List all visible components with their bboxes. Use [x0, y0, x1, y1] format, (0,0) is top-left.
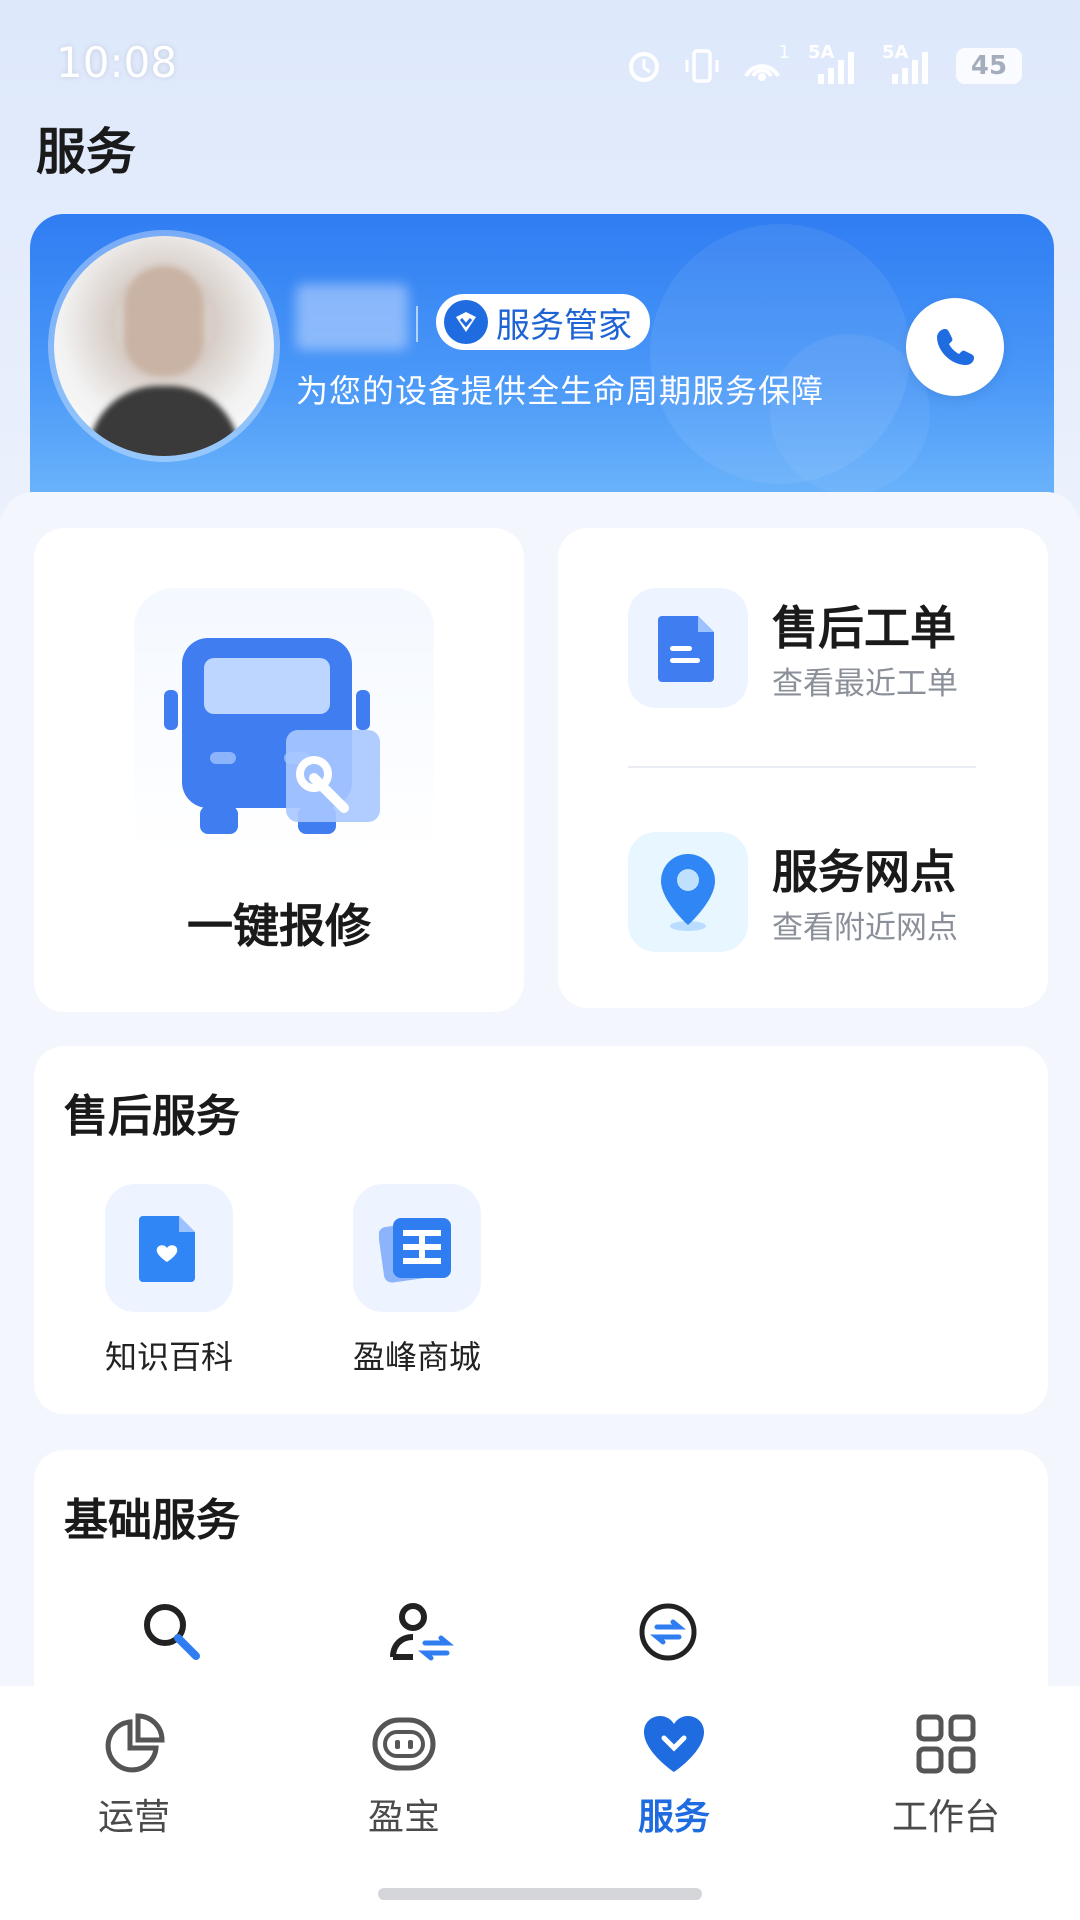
repair-label: 一键报修 — [187, 899, 371, 953]
search-key-icon[interactable] — [132, 1592, 212, 1672]
location-pin-icon — [628, 832, 748, 952]
grid-icon — [910, 1708, 982, 1780]
hotspot-icon — [744, 64, 780, 81]
divider — [628, 766, 976, 768]
section-title: 基础服务 — [64, 1495, 240, 1546]
network-type-2: 5A — [882, 42, 909, 63]
pie-chart-icon — [98, 1708, 170, 1780]
tab-label: 运营 — [97, 1797, 170, 1838]
shield-heart-icon — [444, 300, 488, 344]
service-manager-badge: 服务管家 — [436, 294, 650, 350]
service-manager-banner: 服务管家 为您的设备提供全生命周期服务保障 — [30, 214, 1054, 514]
tab-label: 工作台 — [891, 1797, 1000, 1838]
service-outlets-entry[interactable]: 服务网点 查看附近网点 — [628, 832, 1028, 952]
orders-subtitle: 查看最近工单 — [772, 666, 958, 702]
battery-level: 45 — [970, 51, 1008, 81]
section-title: 售后服务 — [64, 1091, 240, 1142]
home-indicator[interactable] — [378, 1888, 702, 1900]
alarm-icon — [629, 52, 659, 82]
knowledge-icon — [105, 1184, 233, 1312]
tab-yingbao[interactable]: 盈宝 — [304, 1708, 504, 1840]
robot-icon — [368, 1708, 440, 1780]
orders-outlets-card: 售后工单 查看最近工单 服务网点 查看附近网点 — [558, 528, 1048, 1008]
page-title: 服务 — [36, 123, 136, 181]
badge-label: 服务管家 — [496, 305, 632, 346]
tab-operations[interactable]: 运营 — [34, 1708, 234, 1840]
status-icons: 1 5A 5A 45 — [624, 42, 1022, 88]
status-bar: 10:08 1 5A 5A 45 — [0, 0, 1080, 110]
document-icon — [628, 588, 748, 708]
grid-label: 盈峰商城 — [352, 1338, 481, 1376]
avatar[interactable] — [54, 236, 274, 456]
tab-label: 盈宝 — [367, 1797, 440, 1838]
banner-subtitle: 为您的设备提供全生命周期服务保障 — [296, 372, 825, 410]
hotspot-badge: 1 — [778, 42, 790, 63]
after-sales-orders-entry[interactable]: 售后工单 查看最近工单 — [628, 588, 1028, 708]
vibrate-icon — [685, 49, 719, 83]
phone-icon — [937, 329, 974, 365]
one-click-repair-card[interactable]: 一键报修 — [34, 528, 524, 1012]
grid-label: 知识百科 — [104, 1338, 233, 1376]
after-sales-section: 售后服务 知识百科 盈峰商城 — [34, 1046, 1048, 1414]
banner-decoration — [770, 334, 930, 494]
outlets-subtitle: 查看附近网点 — [772, 910, 958, 946]
user-switch-icon[interactable] — [380, 1592, 460, 1672]
tab-service[interactable]: 服务 — [574, 1708, 774, 1840]
status-time: 10:08 — [56, 38, 178, 87]
mall-item[interactable]: 盈峰商城 — [332, 1184, 502, 1378]
exchange-icon[interactable] — [628, 1592, 708, 1672]
knowledge-base-item[interactable]: 知识百科 — [84, 1184, 254, 1378]
orders-title: 售后工单 — [772, 601, 956, 655]
battery-icon: 45 — [956, 48, 1022, 84]
tab-workbench[interactable]: 工作台 — [846, 1708, 1046, 1840]
outlets-title: 服务网点 — [772, 845, 956, 899]
heart-icon — [638, 1708, 710, 1780]
network-type-1: 5A — [808, 42, 835, 63]
bottom-tab-bar: 运营 盈宝 服务 工作台 — [0, 1686, 1080, 1920]
manager-name-blurred — [296, 284, 408, 350]
truck-repair-icon — [164, 638, 380, 834]
divider — [416, 306, 418, 342]
call-button[interactable] — [906, 298, 1004, 396]
mall-icon — [353, 1184, 481, 1312]
tab-label: 服务 — [637, 1797, 710, 1838]
